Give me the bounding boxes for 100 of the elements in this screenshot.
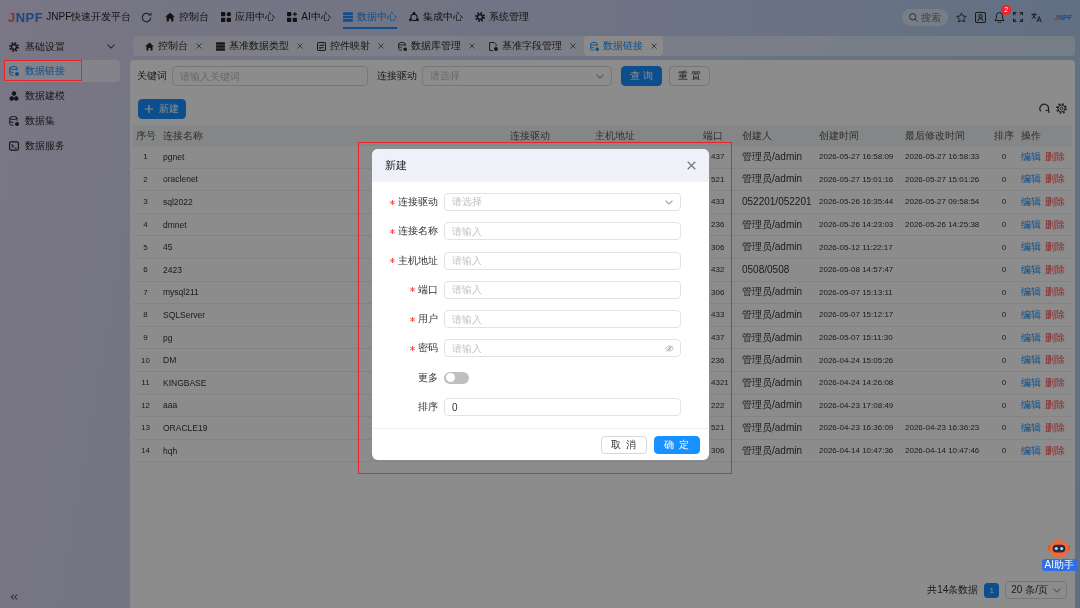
action-link[interactable]: 编辑 [1021, 375, 1041, 390]
action-link[interactable]: 编辑 [1021, 172, 1041, 187]
table-cell: 306 [711, 446, 725, 455]
action-link[interactable]: 删除 [1045, 217, 1065, 232]
tab[interactable]: 控制台 [139, 36, 208, 56]
table-cell: 0 [1001, 400, 1007, 410]
menu-group[interactable]: 基础设置 [4, 35, 120, 58]
close-icon[interactable] [469, 43, 475, 49]
grid-plus-icon [287, 12, 298, 22]
action-link[interactable]: 编辑 [1021, 240, 1041, 255]
close-icon[interactable] [196, 43, 202, 49]
close-icon[interactable] [570, 43, 576, 49]
action-link[interactable]: 编辑 [1021, 353, 1041, 368]
table-cell: 222 [711, 400, 725, 410]
action-link[interactable]: 删除 [1045, 240, 1065, 255]
table-cell: pgnet [163, 151, 185, 162]
fullscreen-icon[interactable] [1013, 12, 1024, 22]
action-link[interactable]: 编辑 [1021, 420, 1041, 435]
assistant-label[interactable]: AI助手 [1041, 559, 1077, 571]
action-link[interactable]: 删除 [1045, 420, 1065, 435]
robot-icon[interactable] [1048, 537, 1071, 557]
action-link[interactable]: 编辑 [1021, 285, 1041, 300]
plus-icon [145, 104, 153, 113]
collapse-icon[interactable] [10, 594, 18, 600]
nav-item[interactable]: 集成中心 [408, 7, 463, 29]
table-cell: 2026-04-24 14:26:08 [819, 378, 894, 388]
table-cell: dmnet [163, 219, 187, 230]
action-link[interactable]: 编辑 [1021, 262, 1041, 277]
table-cell: 0 [1001, 174, 1007, 184]
action-link[interactable]: 删除 [1045, 285, 1065, 300]
tab[interactable]: 控件映射 [311, 36, 390, 56]
reset-button[interactable]: 重 置 [668, 66, 710, 86]
sidebar-item[interactable]: 数据建模 [4, 85, 120, 107]
nav-item[interactable]: 控制台 [165, 7, 210, 29]
settings-icon[interactable] [1056, 103, 1067, 114]
table-cell: 管理员/admin [742, 398, 802, 413]
sidebar-item[interactable]: 数据集 [4, 109, 120, 132]
database-icon [9, 115, 19, 126]
table-cell: 236 [711, 355, 725, 365]
eye-off-icon[interactable] [665, 345, 674, 352]
contact-card-icon[interactable] [975, 11, 987, 23]
search-button[interactable]: 查 询 [621, 66, 662, 86]
action-link[interactable]: 删除 [1045, 330, 1065, 345]
nav-item[interactable]: 系统管理 [474, 7, 529, 29]
table-cell: 0 [1001, 265, 1007, 275]
table-cell: 4321 [711, 378, 729, 388]
confirm-button[interactable]: 确 定 [654, 435, 700, 454]
table-cell: 2026-05-08 14:57:47 [819, 265, 894, 275]
page-button[interactable]: 1 [984, 582, 1000, 598]
table-cell: 2026-04-23 17:08:49 [819, 400, 894, 410]
tab[interactable]: 基准数据类型 [210, 36, 309, 56]
table-cell: 0 [1001, 242, 1007, 252]
cubes-icon [9, 91, 19, 101]
refresh-icon[interactable] [1039, 103, 1050, 114]
tab[interactable]: 基准字段管理 [483, 36, 582, 56]
action-link[interactable]: 编辑 [1021, 398, 1041, 413]
action-link[interactable]: 删除 [1045, 353, 1065, 368]
action-link[interactable]: 编辑 [1021, 443, 1041, 458]
table-cell: 0 [1001, 197, 1007, 207]
nav-item[interactable]: 应用中心 [221, 7, 276, 29]
action-link[interactable]: 编辑 [1021, 307, 1041, 322]
table-cell: 管理员/admin [742, 353, 802, 368]
new-button[interactable]: 新建 [138, 98, 186, 119]
action-link[interactable]: 删除 [1045, 195, 1065, 209]
bell-icon[interactable] [994, 11, 1006, 23]
nav-item[interactable]: AI中心 [287, 7, 331, 29]
action-link[interactable]: 删除 [1045, 149, 1065, 164]
close-icon[interactable] [297, 43, 303, 49]
table-cell: 521 [711, 174, 725, 184]
dialog-title: 新建 [385, 158, 407, 173]
tab[interactable]: 数据链接 [584, 36, 663, 56]
action-link[interactable]: 编辑 [1021, 330, 1041, 345]
close-icon[interactable] [651, 43, 657, 49]
field-label: 主机地址 [398, 253, 438, 268]
page-size-select[interactable]: 20 条/页 [1005, 581, 1067, 599]
table-cell: 2026-05-26 14:23:03 [819, 220, 894, 230]
hub-icon [408, 12, 419, 22]
tab[interactable]: 数据库管理 [392, 36, 481, 56]
action-link[interactable]: 删除 [1045, 172, 1065, 187]
action-link[interactable]: 编辑 [1021, 149, 1041, 164]
action-link[interactable]: 删除 [1045, 443, 1065, 458]
translate-icon[interactable] [1031, 11, 1043, 23]
close-icon[interactable] [687, 161, 696, 170]
action-link[interactable]: 编辑 [1021, 217, 1041, 232]
cancel-button[interactable]: 取 消 [601, 435, 648, 454]
action-link[interactable]: 删除 [1045, 398, 1065, 413]
star-icon[interactable] [956, 11, 968, 23]
input-field[interactable]: 0 [444, 398, 681, 417]
grid-icon [221, 12, 232, 22]
action-link[interactable]: 删除 [1045, 375, 1065, 390]
sidebar-item[interactable]: 数据服务 [4, 134, 120, 157]
table-cell: 0 [1001, 220, 1007, 230]
close-icon[interactable] [378, 43, 384, 49]
toggle-switch[interactable] [444, 371, 469, 384]
table-cell: 2026-04-23 16:36:09 [819, 423, 894, 433]
refresh-icon[interactable] [141, 11, 153, 23]
action-link[interactable]: 删除 [1045, 307, 1065, 322]
nav-item[interactable]: 数据中心 [342, 7, 397, 29]
action-link[interactable]: 删除 [1045, 262, 1065, 277]
action-link[interactable]: 编辑 [1021, 195, 1041, 209]
